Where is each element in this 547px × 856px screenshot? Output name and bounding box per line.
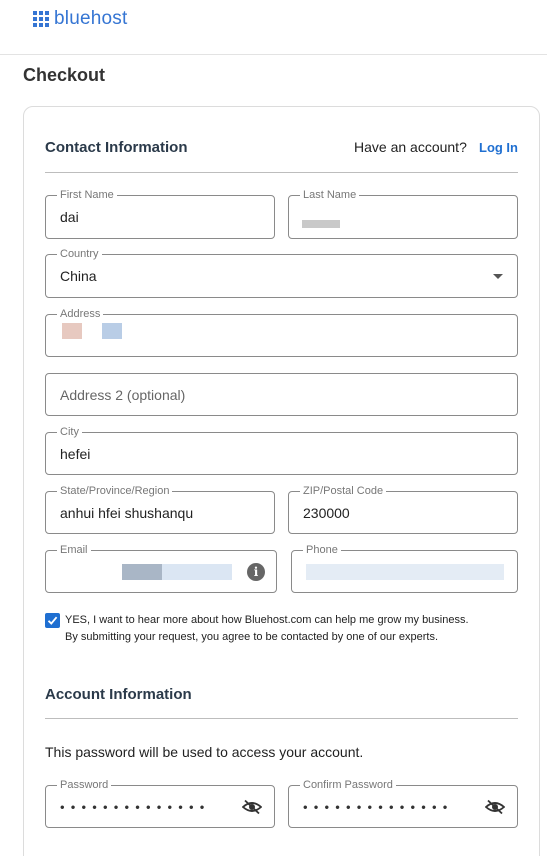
info-icon[interactable]: i (247, 562, 265, 581)
zip-value: 230000 (303, 504, 350, 521)
checkmark-icon (47, 616, 58, 625)
city-label: City (57, 425, 82, 439)
eye-slash-icon[interactable] (485, 799, 505, 815)
password-masked-value: •••••••••••••• (60, 799, 211, 814)
password-note: This password will be used to access you… (45, 744, 364, 760)
address-label: Address (57, 307, 104, 321)
confirm-password-field[interactable]: Confirm Password •••••••••••••• (288, 778, 518, 828)
city-value: hefei (60, 445, 91, 462)
email-label: Email (57, 543, 91, 557)
zip-label: ZIP/Postal Code (300, 484, 387, 498)
have-account-text: Have an account? (354, 139, 467, 155)
account-divider (45, 718, 518, 719)
eye-slash-icon[interactable] (242, 799, 262, 815)
first-name-label: First Name (57, 188, 117, 202)
bluehost-logo[interactable]: bluehost (33, 8, 127, 30)
zip-field[interactable]: ZIP/Postal Code 230000 (288, 484, 518, 534)
consent-line-2: By submitting your request, you agree to… (65, 631, 438, 643)
address-field[interactable]: Address (45, 307, 518, 357)
consent-checkbox[interactable] (45, 613, 60, 628)
address2-field[interactable]: Address 2 (optional) (45, 373, 518, 416)
consent-text: YES, I want to hear more about how Blueh… (65, 612, 515, 646)
contact-divider (45, 172, 518, 173)
contact-section-title: Contact Information (45, 139, 188, 156)
redacted-address-b (102, 323, 122, 339)
country-label: Country (57, 247, 102, 261)
confirm-password-masked-value: •••••••••••••• (303, 799, 454, 814)
address2-placeholder: Address 2 (optional) (60, 386, 186, 403)
last-name-label: Last Name (300, 188, 360, 202)
phone-field[interactable]: Phone (291, 543, 518, 593)
state-field[interactable]: State/Province/Region anhui hfei shushan… (45, 484, 275, 534)
logo-text: bluehost (54, 8, 128, 29)
password-label: Password (57, 778, 112, 792)
country-value: China (60, 268, 97, 284)
page-title: Checkout (23, 65, 106, 85)
redacted-last-name (302, 220, 340, 228)
state-label: State/Province/Region (57, 484, 173, 498)
city-field[interactable]: City hefei (45, 425, 518, 475)
redacted-phone (306, 564, 504, 580)
email-field[interactable]: Email i (45, 543, 277, 593)
first-name-field[interactable]: First Name dai (45, 188, 275, 239)
password-field[interactable]: Password •••••••••••••• (45, 778, 275, 828)
consent-line-1: YES, I want to hear more about how Blueh… (65, 614, 469, 626)
account-section-title: Account Information (45, 686, 192, 703)
last-name-field[interactable]: Last Name (288, 188, 518, 239)
redacted-address-a (62, 323, 82, 339)
top-bar: bluehost (0, 0, 547, 55)
chevron-down-icon (493, 274, 503, 279)
login-link[interactable]: Log In (479, 140, 518, 155)
state-value: anhui hfei shushanqu (60, 504, 194, 521)
first-name-value: dai (60, 209, 79, 225)
logo-grid-icon (33, 11, 49, 27)
country-select[interactable]: Country China (45, 247, 518, 298)
redacted-email-dark (122, 564, 162, 580)
phone-label: Phone (303, 543, 341, 557)
confirm-password-label: Confirm Password (300, 778, 396, 792)
